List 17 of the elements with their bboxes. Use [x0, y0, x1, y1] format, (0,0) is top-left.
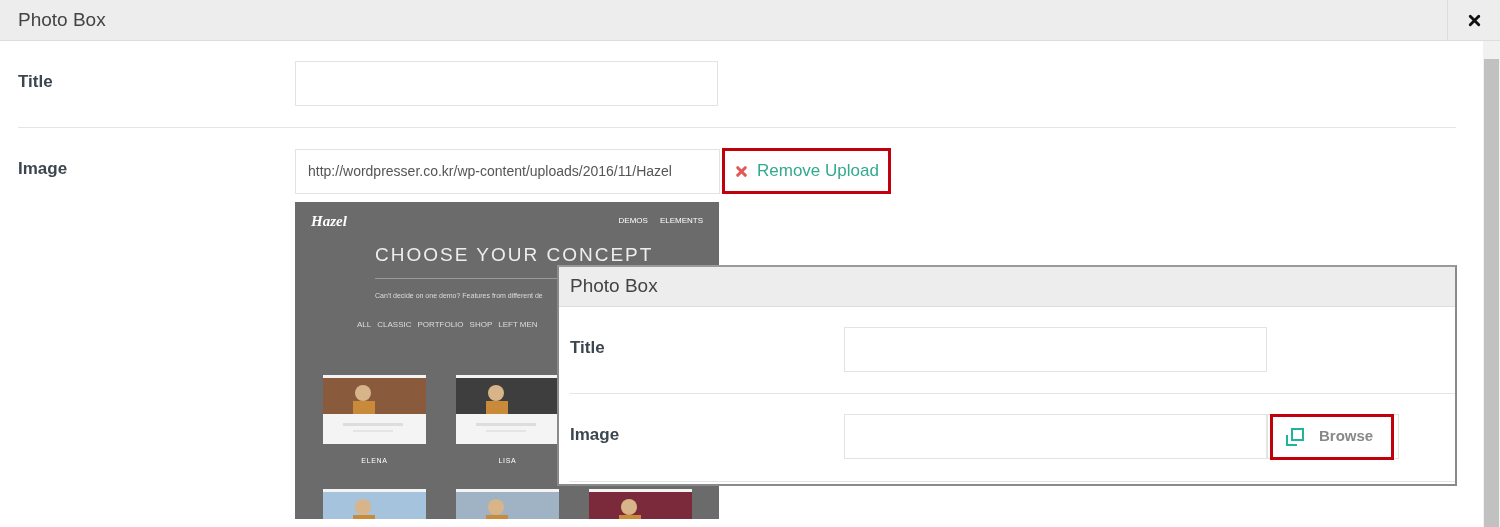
field-label: Image — [570, 424, 621, 446]
text-field[interactable] — [844, 327, 1267, 372]
text-field[interactable] — [295, 61, 718, 106]
field-label: Image — [18, 158, 69, 180]
field-label: Title — [18, 71, 54, 93]
text-field[interactable] — [844, 414, 1267, 459]
copy-icon — [1285, 426, 1305, 447]
dialog-title: Photo Box — [569, 274, 658, 299]
heading: CHOOSE YOUR CONCEPT — [375, 244, 655, 264]
browse-button[interactable]: Browse — [1270, 413, 1394, 460]
close-icon — [734, 163, 749, 179]
remove-upload-link[interactable]: Remove Upload — [722, 148, 891, 194]
logo: Hazel — [311, 212, 347, 231]
field-label: Title — [570, 337, 606, 359]
url-field[interactable]: http://wordpresser.co.kr/wp-content/uploads/2016/11/Hazel — [295, 148, 720, 194]
dialog-title: Photo Box — [17, 7, 106, 32]
scrollbar[interactable] — [1483, 41, 1500, 527]
